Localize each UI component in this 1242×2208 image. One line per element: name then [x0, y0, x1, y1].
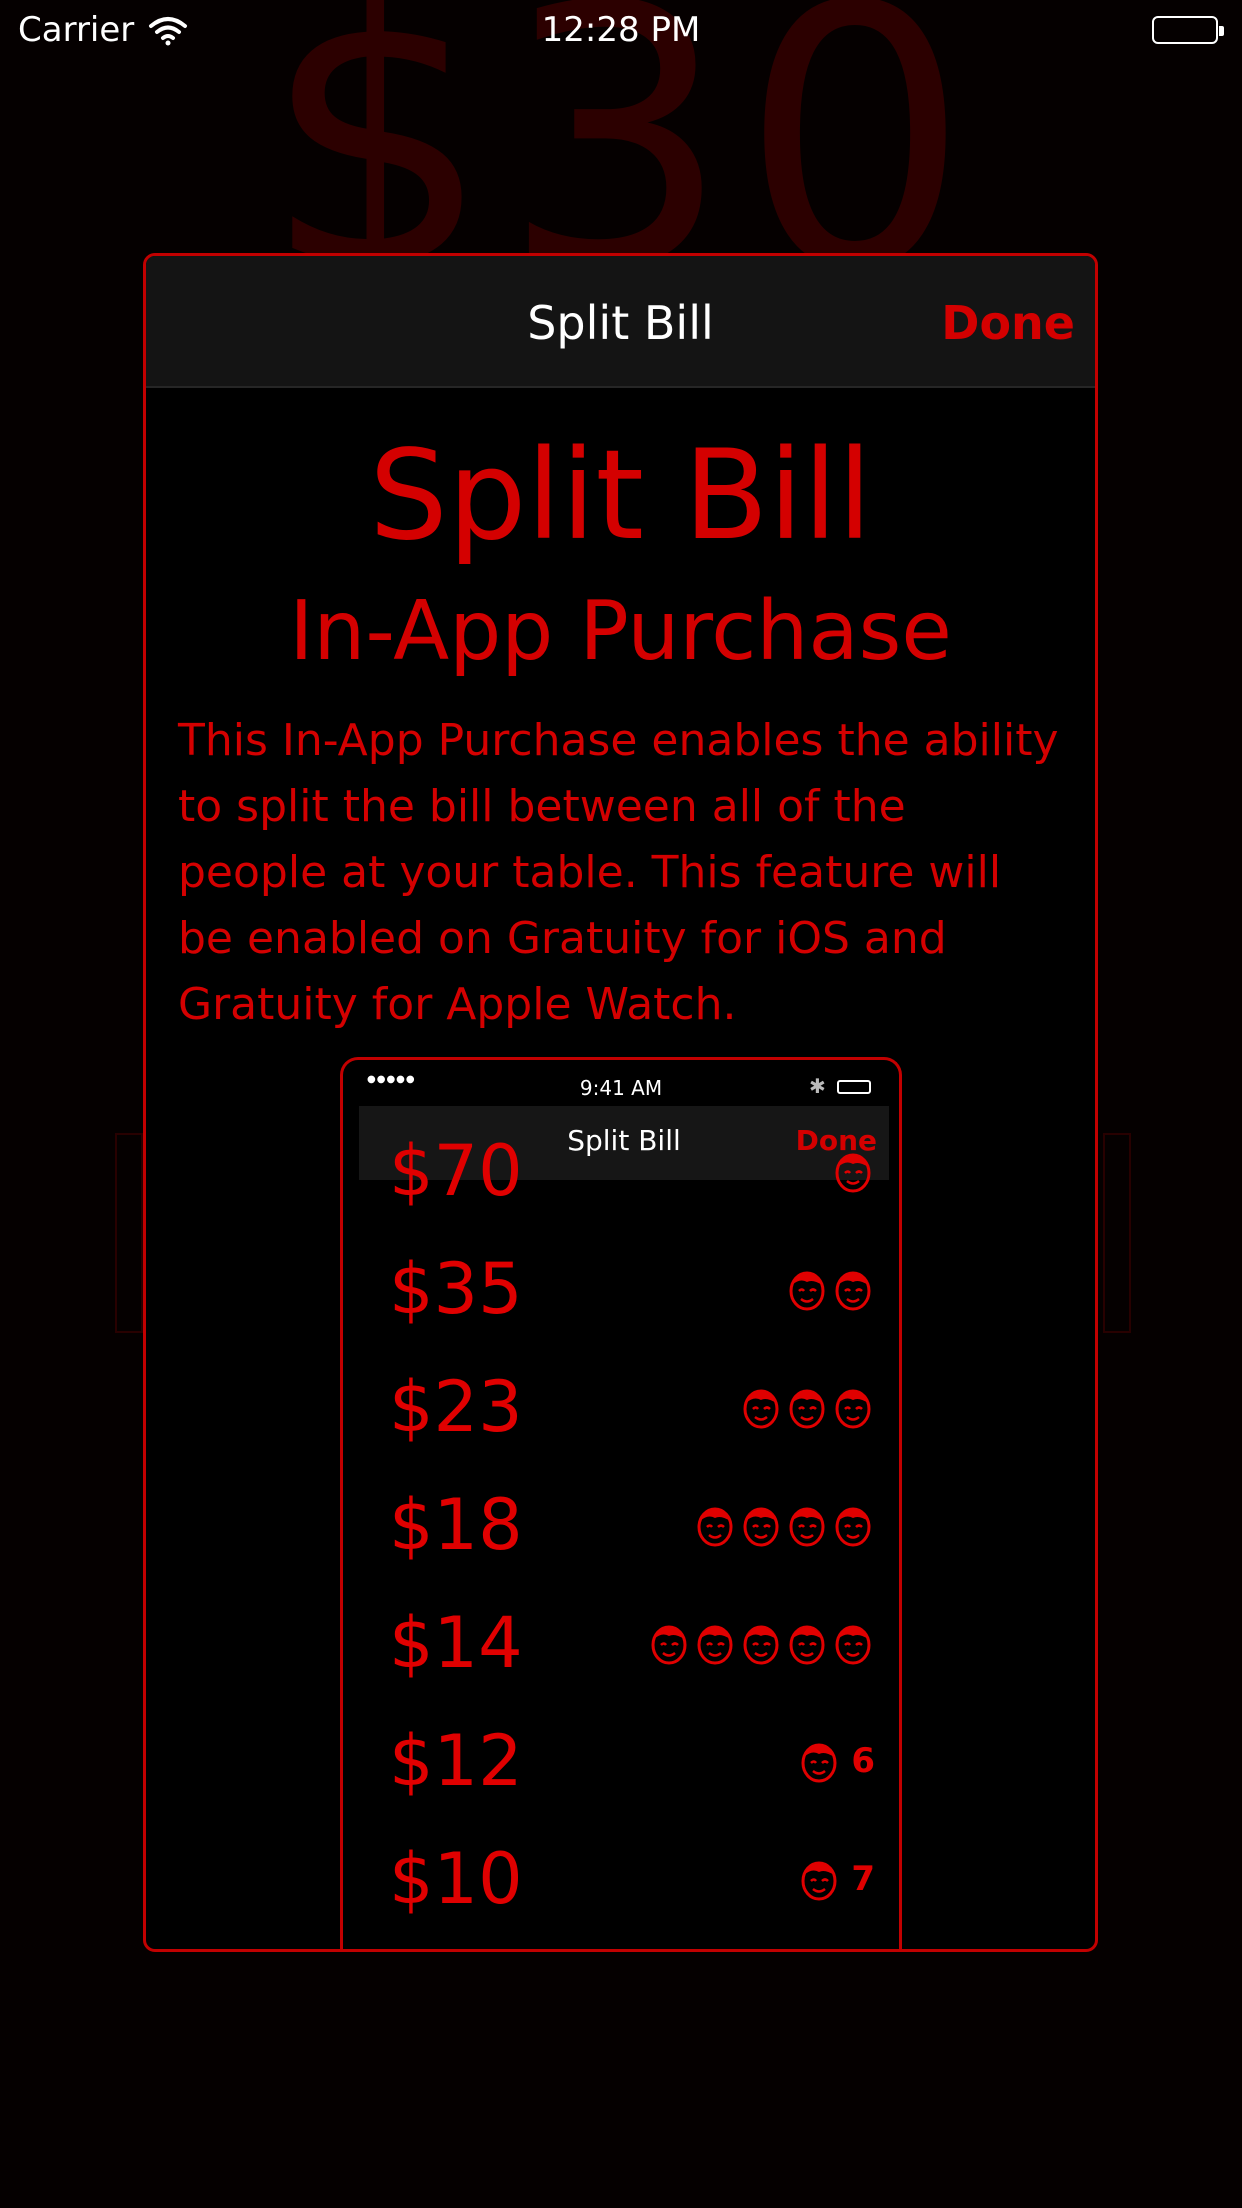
split-amount: $10 — [389, 1838, 523, 1920]
status-time: 12:28 PM — [541, 10, 701, 50]
split-amount: $23 — [389, 1366, 523, 1448]
people-icons — [831, 1149, 875, 1193]
face-icon — [693, 1621, 737, 1665]
page-title: Split Bill — [369, 424, 872, 568]
split-row: $10 7 — [343, 1820, 899, 1938]
face-icon — [785, 1267, 829, 1311]
people-icons — [739, 1385, 875, 1429]
done-button[interactable]: Done — [941, 296, 1075, 350]
face-icon — [785, 1385, 829, 1429]
preview-screenshot: ●●●●● 9:41 AM ✱ Split Bill Done $70 $35 $2… — [340, 1057, 902, 1949]
people-icons: 6 — [797, 1739, 875, 1783]
face-icon — [831, 1267, 875, 1311]
people-icons: 7 — [797, 1857, 875, 1901]
bluetooth-icon: ✱ — [809, 1074, 826, 1098]
face-icon — [647, 1621, 691, 1665]
page-subtitle: In-App Purchase — [289, 584, 952, 679]
preview-battery-icon — [837, 1080, 871, 1094]
face-icon — [797, 1857, 841, 1901]
background-frame-right — [1103, 1133, 1131, 1333]
split-amount: $18 — [389, 1484, 523, 1566]
split-row: $18 — [343, 1466, 899, 1584]
split-row: $70 — [343, 1112, 899, 1230]
split-amount: $70 — [389, 1130, 523, 1212]
split-row: $14 — [343, 1584, 899, 1702]
split-bill-modal: Split Bill Done Split Bill In-App Purcha… — [143, 253, 1098, 1952]
face-icon — [831, 1149, 875, 1193]
face-icon — [831, 1385, 875, 1429]
split-amount: $35 — [389, 1248, 523, 1330]
split-row: $12 6 — [343, 1702, 899, 1820]
people-count: 6 — [851, 1741, 875, 1781]
face-icon — [739, 1503, 783, 1547]
split-row: $35 — [343, 1230, 899, 1348]
face-icon — [831, 1621, 875, 1665]
face-icon — [739, 1621, 783, 1665]
preview-status-bar: ●●●●● 9:41 AM ✱ — [343, 1060, 899, 1100]
face-icon — [785, 1503, 829, 1547]
people-icons — [647, 1621, 875, 1665]
status-bar: Carrier 12:28 PM — [0, 0, 1242, 60]
face-icon — [831, 1503, 875, 1547]
people-count: 7 — [851, 1859, 875, 1899]
purchase-description: This In-App Purchase enables the ability… — [178, 715, 1059, 1030]
modal-nav-bar: Split Bill Done — [146, 256, 1095, 388]
face-icon — [785, 1621, 829, 1665]
split-row: $23 — [343, 1348, 899, 1466]
split-amount: $12 — [389, 1720, 523, 1802]
face-icon — [739, 1385, 783, 1429]
split-amount: $14 — [389, 1602, 523, 1684]
background-frame-left — [115, 1133, 143, 1333]
battery-icon — [1152, 16, 1224, 44]
people-icons — [785, 1267, 875, 1311]
face-icon — [693, 1503, 737, 1547]
people-icons — [693, 1503, 875, 1547]
face-icon — [797, 1739, 841, 1783]
